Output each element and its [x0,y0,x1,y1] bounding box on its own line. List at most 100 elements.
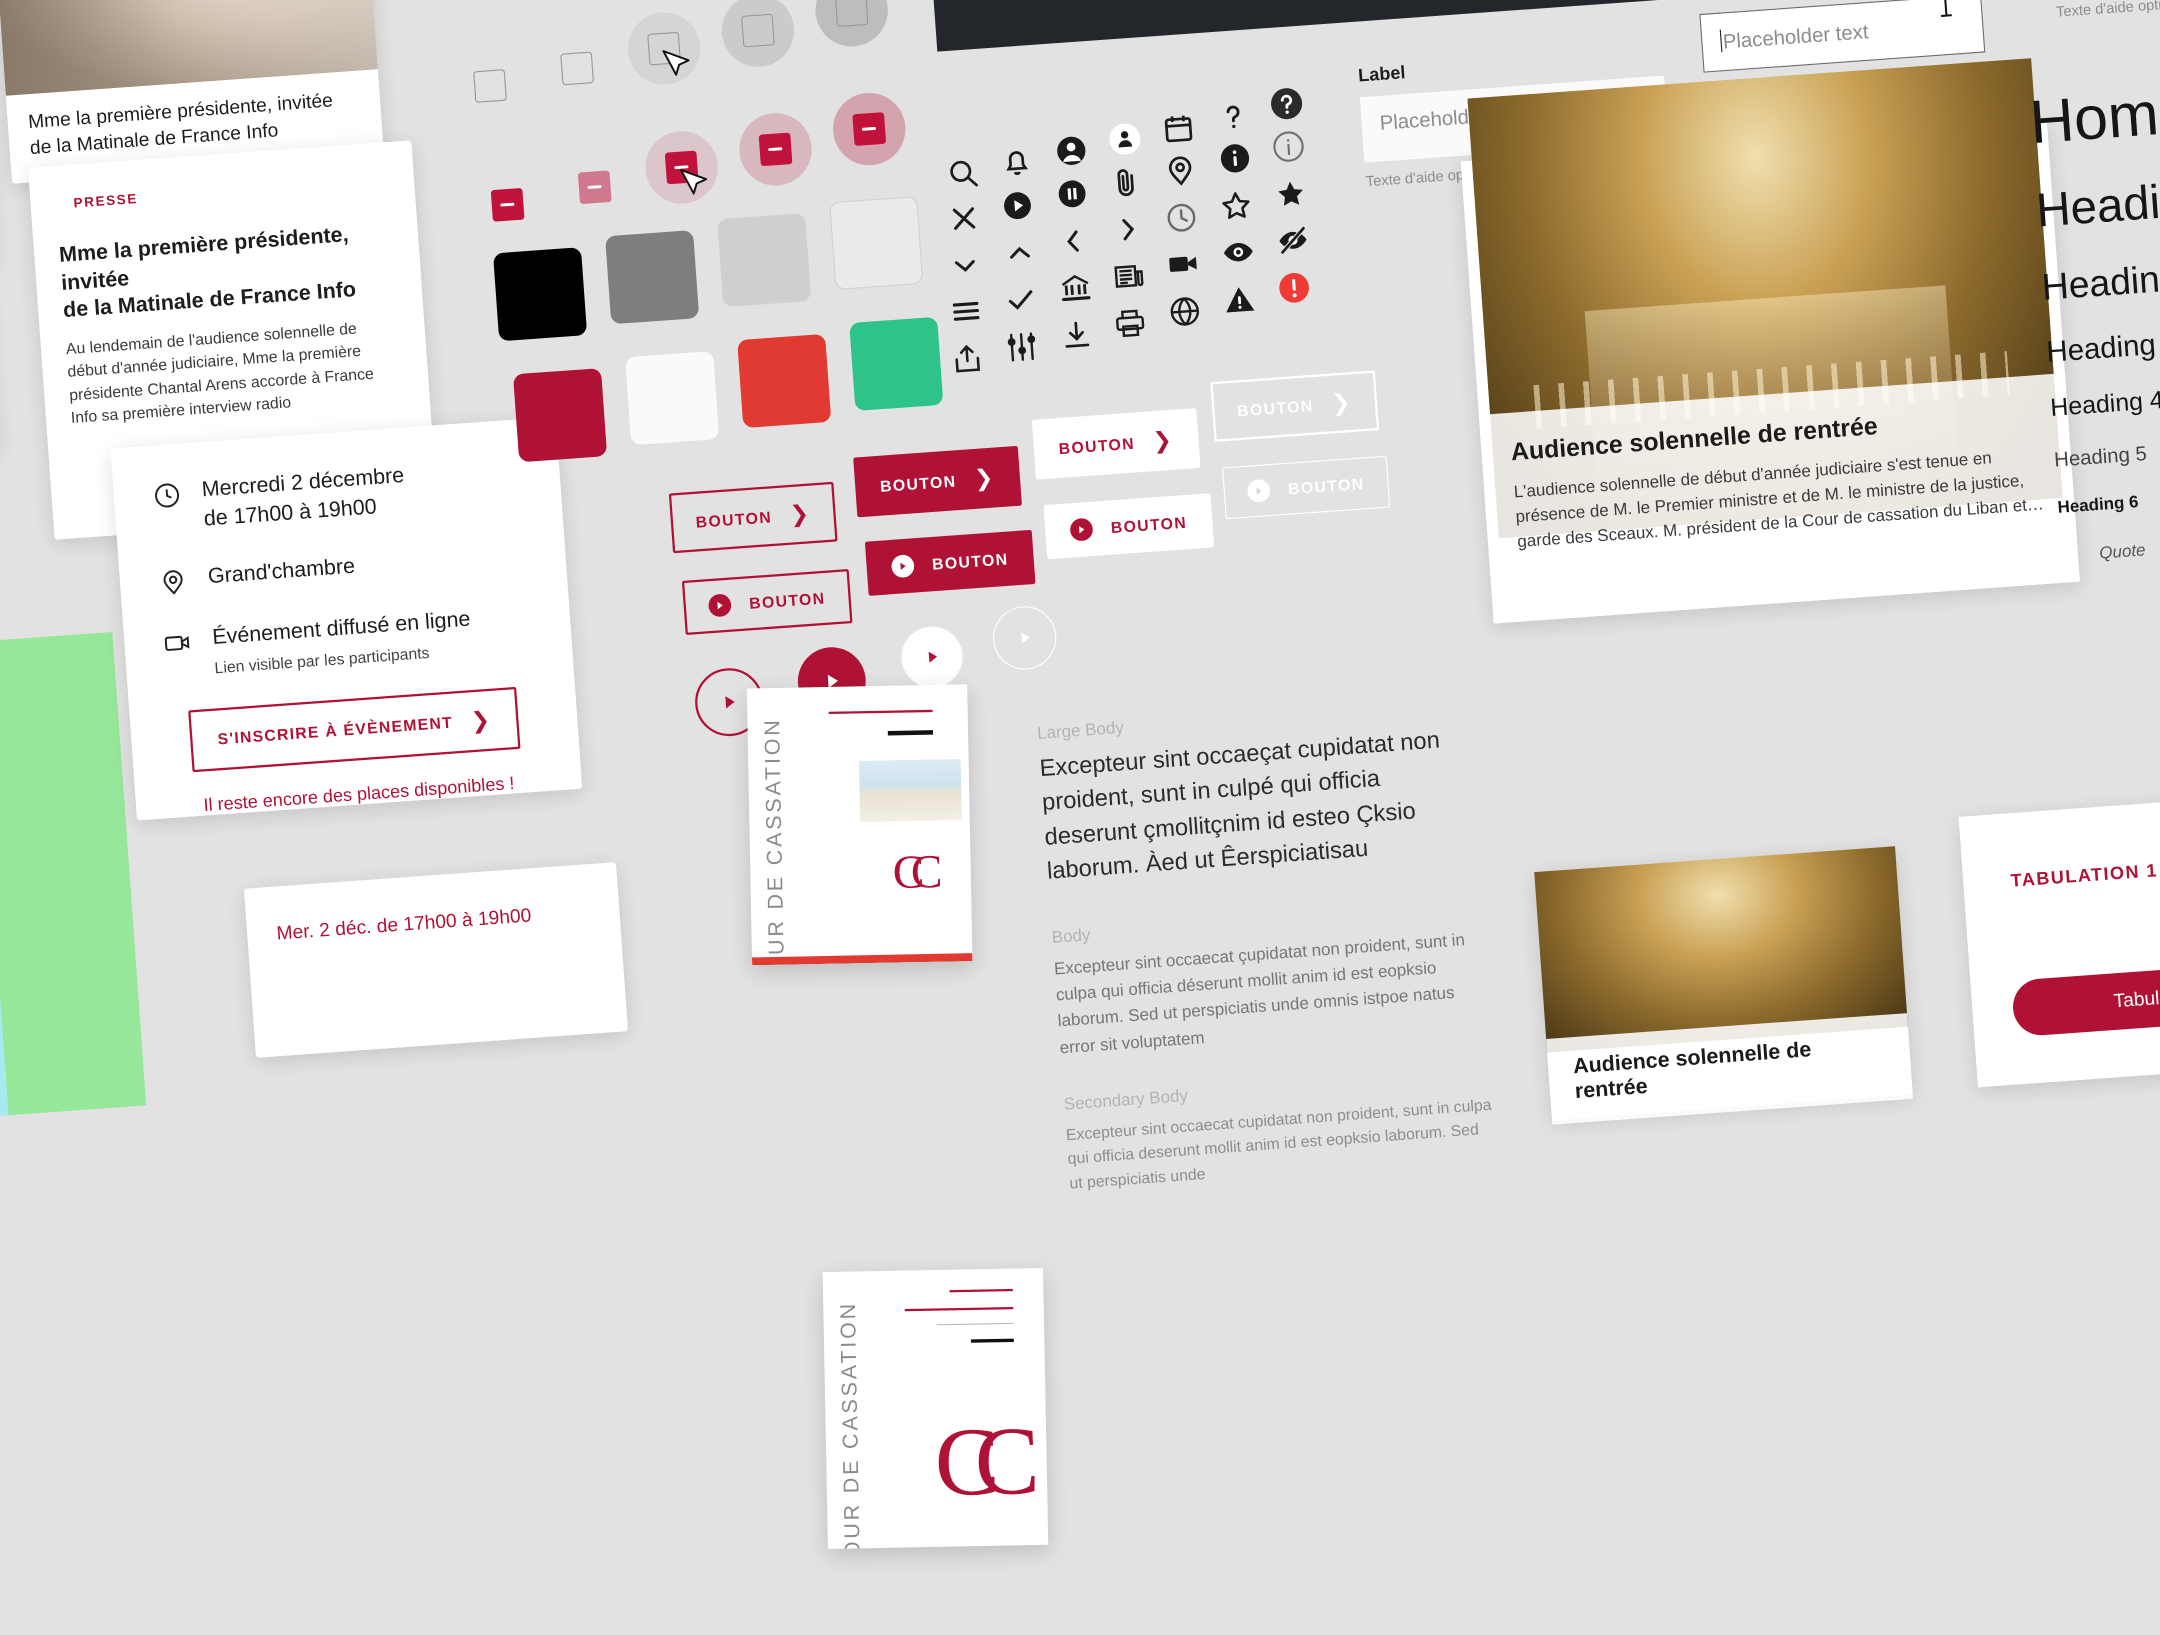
question-mark-icon[interactable] [1215,98,1251,134]
checkbox-empty-4[interactable] [741,13,775,48]
star-outline-icon[interactable] [1218,188,1254,224]
share-icon[interactable] [949,341,985,377]
chevron-right-icon: ❯ [470,707,492,734]
chevron-right-icon: ❯ [973,465,996,492]
cover-side-text: COUR DE CASSATION [836,1300,866,1549]
star-filled-icon[interactable] [1273,176,1309,212]
cover-side-text: COUR DE CASSATION [760,717,790,966]
checkbox-indeterminate-2[interactable] [577,170,612,205]
button-label: BOUTON [1236,395,1315,420]
event-register-label: S'INSCRIRE À ÉVÈNEMENT [216,713,454,749]
pause-circle-filled-icon[interactable] [1054,176,1090,212]
play-button-solid-white[interactable] [899,624,965,690]
body-sample-large: Large Body Excepteur sint occaeçat cupid… [1037,694,1477,890]
form-field-filled: Label Texte saisi Texte d'aide optionnel [2048,0,2160,20]
institution-icon[interactable] [1057,270,1093,306]
brochure-cover-1: COUR DE CASSATION CC [746,684,973,966]
play-badge-icon [707,593,732,618]
printer-icon[interactable] [1112,305,1148,341]
globe-icon[interactable] [1167,293,1203,329]
body-sample-text: Excepteur sint occaeçat cupidatat non pr… [1038,727,1441,885]
event-card-bottom[interactable]: Mer. 2 déc. de 17h00 à 19h00 [243,862,629,1058]
event-availability-note: Il reste encore des places disponibles ! [202,774,516,816]
alert-circle-icon[interactable] [1276,270,1312,306]
chevron-down-icon[interactable] [947,247,983,283]
button-ghost-chevron[interactable]: BOUTON ❯ [1210,370,1379,442]
eye-icon[interactable] [1220,234,1256,270]
location-pin-icon[interactable] [1162,152,1198,188]
chevron-left-icon[interactable] [1055,223,1091,259]
event-location: Grand'chambre [207,554,356,590]
tab-settings[interactable]: TABULATION 1 [2010,861,2159,892]
button-ghost-play[interactable]: BOUTON [1222,455,1390,520]
chevron-right-icon: ❯ [789,501,812,528]
type-heading-1: Heading 1 [2034,168,2160,237]
close-x-icon[interactable] [946,200,982,236]
play-circle-filled-icon[interactable] [999,188,1035,224]
event-card: Mercredi 2 décembre de 17h00 à 19h00 Gra… [110,416,583,821]
cover-rule-red-1 [949,1288,1013,1293]
check-icon[interactable] [1003,281,1039,317]
article-card-bottom[interactable]: Audience solennelle de rentrée [1534,846,1914,1125]
event-row-datetime: Mercredi 2 décembre de 17h00 à 19h00 [151,453,524,537]
tabulation-card: TABULATION 1 Tabulation 1 [1958,790,2160,1088]
type-home-heading: Home Heading [2027,60,2160,157]
chevron-up-icon[interactable] [1002,235,1038,271]
button-label: BOUTON [1287,474,1365,498]
cursor-pointer-icon [660,47,692,83]
clock-icon[interactable] [1163,200,1199,236]
cover-rule-grey [936,1322,1014,1326]
cover-illustration [858,758,962,822]
video-camera-icon[interactable] [1166,246,1202,282]
question-circle-filled-icon[interactable] [1268,86,1304,122]
sliders-icon[interactable] [1004,329,1040,365]
checkbox-empty-1[interactable] [473,69,507,103]
checkbox-indeterminate-1[interactable] [490,187,525,222]
type-heading-4: Heading 4 [2049,385,2160,422]
menu-hamburger-icon[interactable] [948,293,984,329]
warning-triangle-icon[interactable] [1221,282,1257,318]
chevron-right-icon[interactable] [1110,211,1146,247]
ibeam-cursor-icon [1935,0,1956,19]
search-icon[interactable] [945,155,981,191]
checkbox-indeterminate-4[interactable] [758,132,793,167]
cover-rule-red-2 [904,1306,1014,1311]
body-sample-text: Excepteur sint occaecat çupidatat non pr… [1053,930,1466,1058]
button-solid-chevron[interactable]: BOUTON ❯ [853,445,1022,518]
bell-icon[interactable] [998,143,1034,179]
checkbox-indeterminate-5[interactable] [852,112,887,146]
tab-pill-tabulation-1[interactable]: Tabulation 1 [2011,958,2160,1038]
text-input-focused[interactable]: Placeholder text [1699,0,1986,73]
design-system-board: Lorem ipsum dolor sit amet, consectetur … [0,0,2160,1549]
play-button-outline-white[interactable] [990,604,1059,672]
calendar-icon[interactable] [1160,110,1196,146]
button-outline-play[interactable]: BOUTON [681,569,853,636]
chevron-right-icon: ❯ [1330,390,1353,417]
article-card[interactable]: Audience solennelle de rentrée L'audienc… [1460,58,2080,624]
button-white-chevron[interactable]: BOUTON ❯ [1031,408,1201,480]
download-icon[interactable] [1058,317,1094,353]
newspaper-icon[interactable] [1111,258,1147,294]
cover-monogram: CC [933,1406,1016,1517]
swatch-grey-light [717,212,812,308]
checkbox-empty-2[interactable] [560,51,595,86]
checkbox-empty-5[interactable] [834,0,869,28]
field-placeholder: Placeholder text [1722,20,1870,54]
info-circle-outline-icon[interactable] [1270,128,1306,164]
swatch-red-brand [512,368,608,463]
user-small-icon[interactable] [1107,121,1143,157]
button-white-play[interactable]: BOUTON [1043,493,1214,560]
button-outline-chevron[interactable]: BOUTON ❯ [668,481,838,554]
event-register-button[interactable]: S'INSCRIRE À ÉVÈNEMENT ❯ [188,686,521,773]
button-solid-play[interactable]: BOUTON [864,529,1036,596]
paperclip-icon[interactable] [1108,164,1144,200]
user-circle-icon[interactable] [1053,133,1089,169]
color-bar-3 [0,631,147,1116]
play-badge-icon [1246,478,1271,503]
info-circle-filled-icon[interactable] [1217,140,1253,176]
button-label: BOUTON [879,471,957,495]
field-help-text: Texte d'aide optionnel [2055,0,2160,21]
play-icon [928,651,938,663]
eye-off-icon[interactable] [1275,222,1311,258]
minus-icon [768,147,783,152]
